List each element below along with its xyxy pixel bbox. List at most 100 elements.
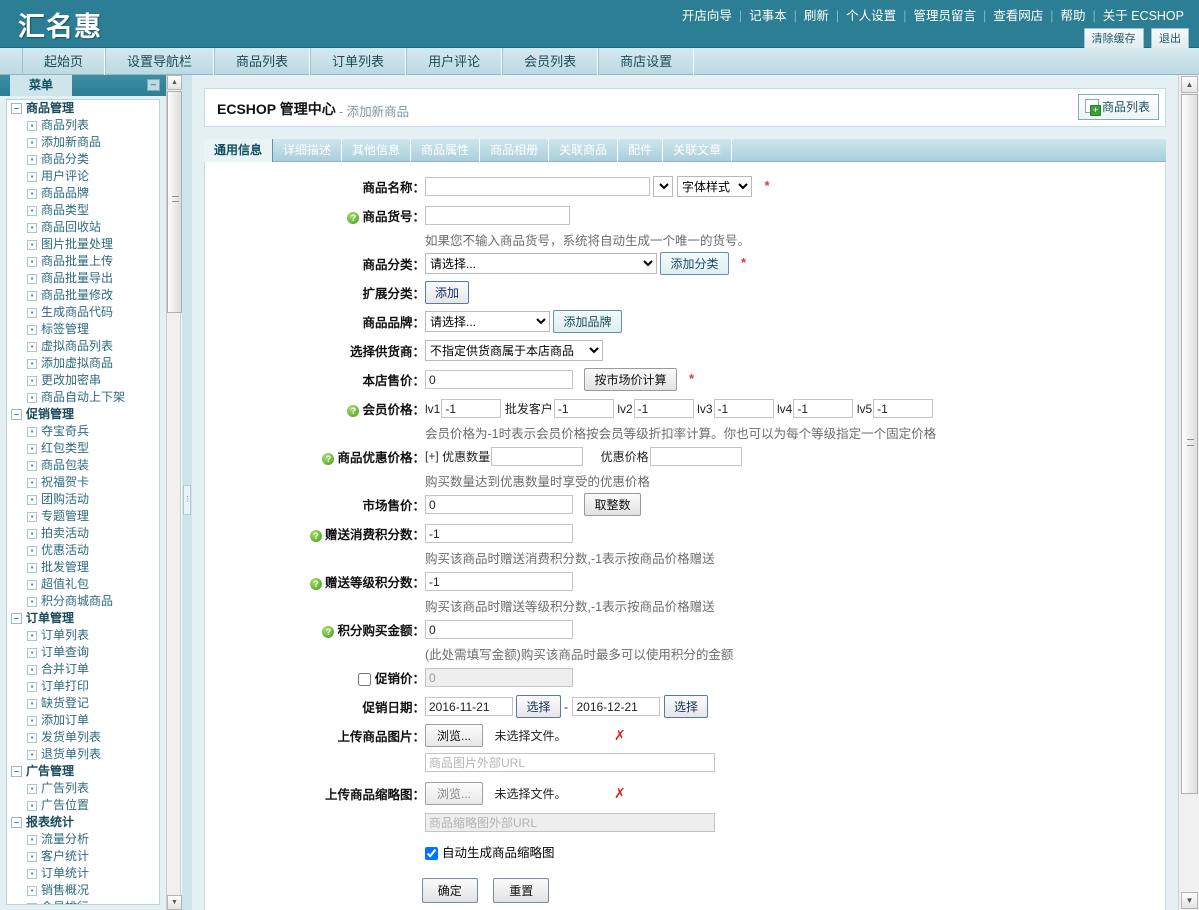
sidebar-item-4[interactable]: ▪ 会员排行 (7, 899, 159, 904)
sidebar-item-4[interactable]: ▪ 销售概况 (7, 882, 159, 899)
sidebar-item-0[interactable]: ▪ 商品类型 (7, 202, 159, 219)
volume-price-amount-input[interactable] (649, 447, 742, 466)
tab-general-info[interactable]: 通用信息 (204, 139, 274, 162)
member-price-input-lv3[interactable] (713, 399, 774, 418)
clear-cache-button[interactable]: 清除缓存 (1083, 28, 1144, 49)
sidebar-collapse-icon[interactable]: – (147, 79, 160, 91)
sidebar-item-4[interactable]: ▪ 流量分析 (7, 831, 159, 848)
sidebar-item-0[interactable]: ▪ 商品批量导出 (7, 270, 159, 287)
sidebar-item-4[interactable]: ▪ 客户统计 (7, 848, 159, 865)
top-nav-item-admin-message[interactable]: 管理员留言 (906, 9, 983, 23)
top-nav-item-view-shop[interactable]: 查看网店 (986, 9, 1050, 23)
nav-tab-order-list[interactable]: 订单列表 (310, 48, 407, 75)
add-extend-category-button[interactable]: 添加 (425, 281, 470, 304)
tab-goods-attributes[interactable]: 商品属性 (411, 139, 481, 162)
top-nav-item-shop-wizard[interactable]: 开店向导 (675, 9, 739, 23)
nav-tab-navbar-setup[interactable]: 设置导航栏 (105, 48, 215, 75)
top-nav-item-help[interactable]: 帮助 (1053, 9, 1092, 23)
panel-splitter[interactable]: ⋮ (182, 75, 192, 910)
sidebar-item-2[interactable]: ▪ 添加订单 (7, 712, 159, 729)
sidebar-item-0[interactable]: ▪ 商品分类 (7, 151, 159, 168)
sidebar-group-title[interactable]: – 广告管理 (7, 763, 159, 780)
auto-thumb-checkbox[interactable] (425, 847, 438, 861)
sidebar-item-2[interactable]: ▪ 订单列表 (7, 627, 159, 644)
sidebar-item-0[interactable]: ▪ 商品品牌 (7, 185, 159, 202)
sidebar-item-1[interactable]: ▪ 专题管理 (7, 508, 159, 525)
sidebar-item-2[interactable]: ▪ 退货单列表 (7, 746, 159, 763)
shop-price-input[interactable] (425, 370, 573, 389)
goods-list-button[interactable]: 商品列表 (1077, 94, 1159, 120)
round-number-button[interactable]: 取整数 (584, 493, 641, 516)
rank-integral-input[interactable] (425, 572, 573, 591)
font-style-select[interactable]: 字体样式 (676, 176, 752, 197)
help-icon[interactable]: ? (309, 529, 322, 542)
sidebar-item-0[interactable]: ▪ 商品批量上传 (7, 253, 159, 270)
goods-thumb-url-input[interactable] (425, 813, 715, 832)
sidebar-item-2[interactable]: ▪ 缺货登记 (7, 695, 159, 712)
tab-related-goods[interactable]: 关联商品 (549, 139, 619, 162)
sidebar-item-1[interactable]: ▪ 团购活动 (7, 491, 159, 508)
goods-image-browse-button[interactable]: 浏览... (425, 724, 484, 747)
sidebar-item-0[interactable]: ▪ 商品回收站 (7, 219, 159, 236)
goods-thumb-browse-button[interactable]: 浏览... (425, 782, 484, 805)
tab-goods-album[interactable]: 商品相册 (480, 139, 550, 162)
sidebar-scroll-thumb[interactable] (167, 91, 182, 313)
page-scroll-thumb[interactable] (1181, 94, 1198, 794)
member-price-input-lv4[interactable] (793, 399, 854, 418)
goods-name-input[interactable] (425, 177, 650, 196)
sidebar-item-0[interactable]: ▪ 商品自动上下架 (7, 389, 159, 406)
tab-detail-description[interactable]: 详细描述 (273, 139, 343, 162)
integral-amount-input[interactable] (425, 620, 573, 639)
promote-date-end-input[interactable] (572, 697, 661, 716)
supplier-select[interactable]: 不指定供货商属于本店商品 (425, 340, 603, 361)
add-category-button[interactable]: 添加分类 (660, 252, 729, 275)
sidebar-item-0[interactable]: ▪ 添加虚拟商品 (7, 355, 159, 372)
sidebar-item-0[interactable]: ▪ 商品批量修改 (7, 287, 159, 304)
member-price-input-lv5[interactable] (873, 399, 934, 418)
tab-accessories[interactable]: 配件 (618, 139, 664, 162)
market-price-input[interactable] (425, 495, 573, 514)
sidebar-item-4[interactable]: ▪ 订单统计 (7, 865, 159, 882)
give-integral-input[interactable] (425, 524, 573, 543)
sidebar-item-2[interactable]: ▪ 合并订单 (7, 661, 159, 678)
top-nav-item-refresh[interactable]: 刷新 (797, 9, 836, 23)
top-nav-item-notepad[interactable]: 记事本 (742, 9, 794, 23)
goods-image-url-input[interactable] (425, 753, 715, 772)
tree-collapse-icon[interactable]: – (11, 817, 22, 829)
help-icon[interactable]: ? (347, 404, 360, 417)
reset-button[interactable]: 重置 (493, 878, 550, 903)
member-price-input-wholesale[interactable] (553, 399, 614, 418)
goods-name-extra-select[interactable] (653, 176, 674, 197)
help-icon[interactable]: ? (322, 625, 335, 638)
sidebar-item-0[interactable]: ▪ 用户评论 (7, 168, 159, 185)
add-brand-button[interactable]: 添加品牌 (553, 310, 622, 333)
page-scrollbar[interactable]: ▲ ▼ (1178, 75, 1199, 910)
sidebar-item-0[interactable]: ▪ 标签管理 (7, 321, 159, 338)
nav-tab-goods-list[interactable]: 商品列表 (214, 48, 311, 75)
sidebar-group-title[interactable]: – 报表统计 (7, 814, 159, 831)
sidebar-item-1[interactable]: ▪ 商品包装 (7, 457, 159, 474)
submit-button[interactable]: 确定 (421, 878, 478, 903)
sidebar-item-1[interactable]: ▪ 祝福贺卡 (7, 474, 159, 491)
help-icon[interactable]: ? (347, 211, 360, 224)
goods-sn-input[interactable] (425, 206, 570, 225)
member-price-input-lv2[interactable] (633, 399, 694, 418)
tree-collapse-icon[interactable]: – (11, 409, 22, 421)
promote-price-checkbox[interactable] (357, 673, 371, 687)
top-nav-item-personal-settings[interactable]: 个人设置 (839, 9, 903, 23)
page-scroll-down-icon[interactable]: ▼ (1181, 892, 1198, 909)
sidebar-item-2[interactable]: ▪ 订单打印 (7, 678, 159, 695)
promote-date-start-input[interactable] (425, 697, 513, 716)
help-icon[interactable]: ? (309, 577, 322, 590)
promote-date-start-pick-button[interactable]: 选择 (516, 695, 561, 718)
sidebar-scrollbar[interactable]: ▲ ▼ (166, 75, 182, 910)
sidebar-item-1[interactable]: ▪ 优惠活动 (7, 542, 159, 559)
sidebar-item-1[interactable]: ▪ 红包类型 (7, 440, 159, 457)
tab-related-articles[interactable]: 关联文章 (663, 139, 733, 162)
tree-collapse-icon[interactable]: – (11, 613, 22, 625)
nav-tab-user-comments[interactable]: 用户评论 (406, 48, 503, 75)
sidebar-item-0[interactable]: ▪ 虚拟商品列表 (7, 338, 159, 355)
sidebar-scroll-up-icon[interactable]: ▲ (167, 75, 182, 90)
sidebar-item-0[interactable]: ▪ 图片批量处理 (7, 236, 159, 253)
sidebar-item-0[interactable]: ▪ 商品列表 (7, 117, 159, 134)
